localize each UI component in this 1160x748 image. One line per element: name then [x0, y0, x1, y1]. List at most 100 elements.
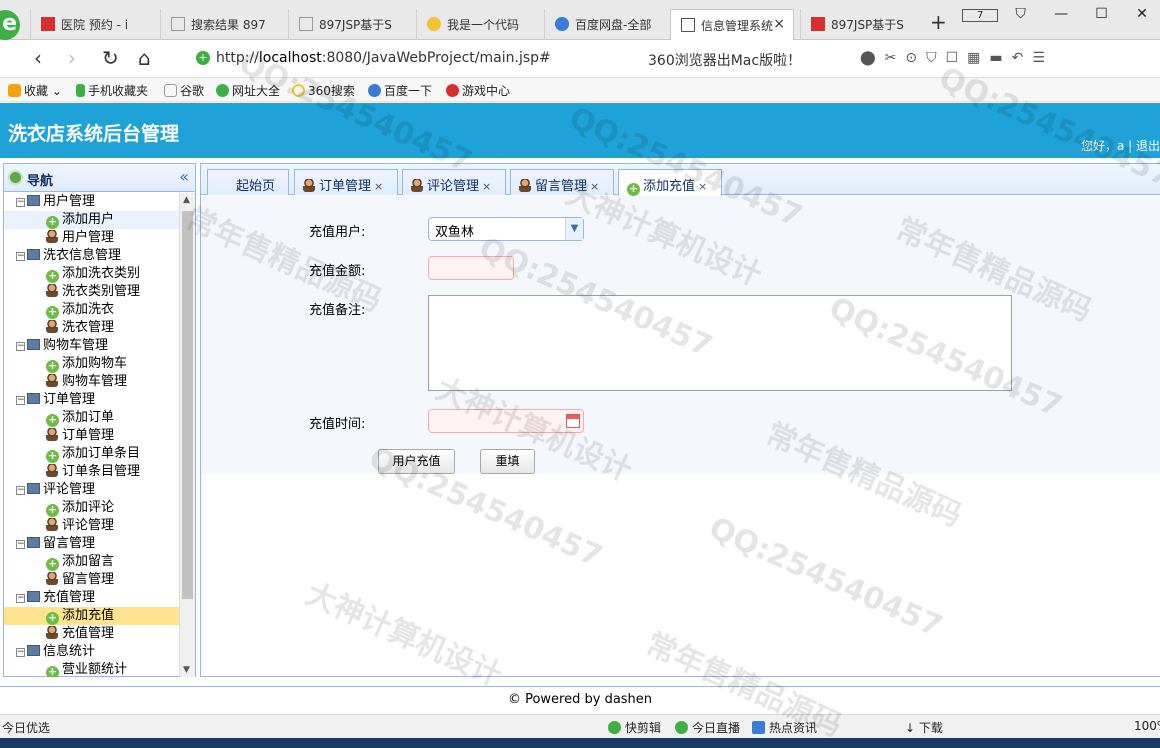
tree-item-add-laundry[interactable]: + 添加洗衣 — [4, 301, 179, 319]
tree-item-user-manage[interactable]: 用户管理 — [4, 229, 179, 247]
tree-item-laundry-manage[interactable]: 洗衣管理 — [4, 319, 179, 337]
browser-tab[interactable]: 897JSP基于S — [288, 9, 412, 40]
browser-tab[interactable]: 897JSP基于S — [800, 9, 924, 40]
tree-group-label: 充值管理 — [43, 590, 96, 605]
tree-group-comment[interactable]: − 评论管理 — [4, 481, 179, 499]
computer-icon — [27, 591, 40, 602]
tab-message-manage[interactable]: 留言管理 × — [510, 169, 614, 195]
shirt-icon[interactable]: ⛉ — [1003, 6, 1039, 22]
tree-group-recharge[interactable]: − 充值管理 — [4, 589, 179, 607]
calendar-icon[interactable] — [566, 414, 580, 428]
tab-home[interactable]: 起始页 — [207, 169, 289, 195]
collapse-toggle-icon[interactable]: − — [16, 486, 25, 495]
tree-group-stats[interactable]: − 信息统计 — [4, 643, 179, 661]
status-item[interactable]: 今日直播 — [675, 719, 740, 736]
promo-text[interactable]: 360浏览器出Mac版啦！ — [648, 50, 801, 70]
tree-item-add-message[interactable]: + 添加留言 — [4, 553, 179, 571]
tree-item-comment-manage[interactable]: 评论管理 — [4, 517, 179, 535]
computer-icon — [27, 339, 40, 350]
tab-label: 起始页 — [236, 179, 276, 194]
close-icon[interactable]: × — [698, 180, 707, 193]
maximize-button[interactable]: ☐ — [1084, 6, 1120, 22]
zoom-level[interactable]: 100% — [1134, 719, 1160, 733]
remark-textarea[interactable] — [428, 295, 1012, 391]
extension-icons[interactable]: ⬤✂⊙⛉☐▦▬↶☰ — [860, 50, 1054, 66]
submit-button[interactable]: 用户充值 — [378, 449, 455, 474]
browser-tab[interactable]: 百度网盘-全部 — [544, 9, 668, 40]
tab-count-badge[interactable]: 7 — [962, 6, 999, 22]
collapse-toggle-icon[interactable]: − — [16, 540, 25, 549]
tree-item-order-manage[interactable]: 订单管理 — [4, 427, 179, 445]
tree-group-laundry[interactable]: − 洗衣信息管理 — [4, 247, 179, 265]
tree-item-order-item-manage[interactable]: 订单条目管理 — [4, 463, 179, 481]
bookmark-item[interactable]: 手机收藏夹 — [76, 82, 148, 99]
forward-icon[interactable]: › — [68, 46, 76, 70]
close-icon[interactable]: × — [374, 180, 383, 193]
time-input[interactable] — [428, 409, 584, 433]
tree-item-add-category[interactable]: + 添加洗衣类别 — [4, 265, 179, 283]
status-item[interactable]: 快剪辑 — [608, 719, 661, 736]
browser-tab[interactable]: 医院 预约 - i — [30, 9, 154, 40]
tree-item-cart-manage[interactable]: 购物车管理 — [4, 373, 179, 391]
scrollbar-thumb[interactable] — [182, 211, 193, 599]
tree-item-message-manage[interactable]: 留言管理 — [4, 571, 179, 589]
tree-group-user[interactable]: − 用户管理 — [4, 193, 179, 211]
tree-item-add-order[interactable]: + 添加订单 — [4, 409, 179, 427]
tree-item-label: 留言管理 — [62, 572, 115, 587]
collapse-icon[interactable]: « — [179, 167, 189, 186]
amount-input[interactable] — [428, 256, 514, 280]
browser-tab-active[interactable]: 信息管理系统 × — [670, 9, 794, 41]
status-left[interactable]: 今日优选 — [2, 719, 50, 736]
tab-add-recharge[interactable]: + 添加充值 × — [618, 169, 722, 196]
new-tab-button[interactable]: + — [930, 10, 947, 34]
tab-close-icon[interactable]: × — [773, 16, 785, 32]
reset-button[interactable]: 重填 — [480, 449, 535, 474]
tree-group-cart[interactable]: − 购物车管理 — [4, 337, 179, 355]
user-select[interactable]: 双鱼林 ▼ — [428, 217, 584, 241]
tree-item-category-manage[interactable]: 洗衣类别管理 — [4, 283, 179, 301]
bookmark-item[interactable]: 百度一下 — [368, 82, 432, 99]
tree-item-add-order-item[interactable]: + 添加订单条目 — [4, 445, 179, 463]
tab-order-manage[interactable]: 订单管理 × — [294, 169, 398, 195]
tree-item-add-cart[interactable]: + 添加购物车 — [4, 355, 179, 373]
bookmark-item[interactable]: 360搜索 — [292, 82, 355, 99]
home-icon[interactable]: ⌂ — [138, 46, 151, 70]
tree-item-label: 订单条目管理 — [62, 464, 141, 479]
bookmark-item[interactable]: 游戏中心 — [446, 82, 510, 99]
tab-count: 7 — [962, 9, 999, 22]
logout-link[interactable]: 退出 — [1136, 139, 1160, 153]
bookmark-item[interactable]: 谷歌 — [164, 82, 204, 99]
collapse-toggle-icon[interactable]: − — [16, 594, 25, 603]
chevron-down-icon[interactable]: ▼ — [565, 218, 583, 240]
collapse-toggle-icon[interactable]: − — [16, 342, 25, 351]
back-icon[interactable]: ‹ — [34, 46, 42, 70]
browser-tab[interactable]: 我是一个代码 — [416, 9, 540, 40]
bookmark-item[interactable]: 网址大全 — [216, 82, 280, 99]
status-item[interactable]: 热点资讯 — [752, 719, 817, 736]
status-item[interactable]: ↓ 下载 — [905, 719, 943, 736]
nav-scrollbar[interactable]: ▲ ▼ — [179, 193, 195, 677]
tree-item-recharge-manage[interactable]: 充值管理 — [4, 625, 179, 643]
collapse-toggle-icon[interactable]: − — [16, 396, 25, 405]
tree-item-add-comment[interactable]: + 添加评论 — [4, 499, 179, 517]
tree-item-add-user[interactable]: + 添加用户 — [4, 211, 179, 229]
tree-item-revenue-stats[interactable]: + 营业额统计 — [4, 661, 179, 677]
close-icon[interactable]: × — [482, 180, 491, 193]
collapse-toggle-icon[interactable]: − — [16, 198, 25, 207]
refresh-icon[interactable]: ↻ — [102, 46, 119, 70]
close-icon[interactable]: × — [590, 180, 599, 193]
collapse-toggle-icon[interactable]: − — [16, 648, 25, 657]
tree-group-order[interactable]: − 订单管理 — [4, 391, 179, 409]
tab-comment-manage[interactable]: 评论管理 × — [402, 169, 506, 195]
bookmark-label: 360搜索 — [308, 84, 355, 98]
scroll-up-icon[interactable]: ▲ — [183, 195, 190, 205]
browser-tab[interactable]: 搜索结果 897 — [160, 9, 284, 40]
minimize-button[interactable]: — — [1043, 6, 1079, 22]
url-input[interactable]: + http://localhost:8080/JavaWebProject/m… — [188, 46, 828, 72]
tree-item-add-recharge[interactable]: + 添加充值 — [4, 607, 179, 625]
scroll-down-icon[interactable]: ▼ — [183, 665, 190, 675]
collapse-toggle-icon[interactable]: − — [16, 252, 25, 261]
tree-group-message[interactable]: − 留言管理 — [4, 535, 179, 553]
bookmark-item[interactable]: 收藏 ⌄ — [8, 82, 62, 99]
close-window-button[interactable]: ✕ — [1124, 6, 1160, 22]
